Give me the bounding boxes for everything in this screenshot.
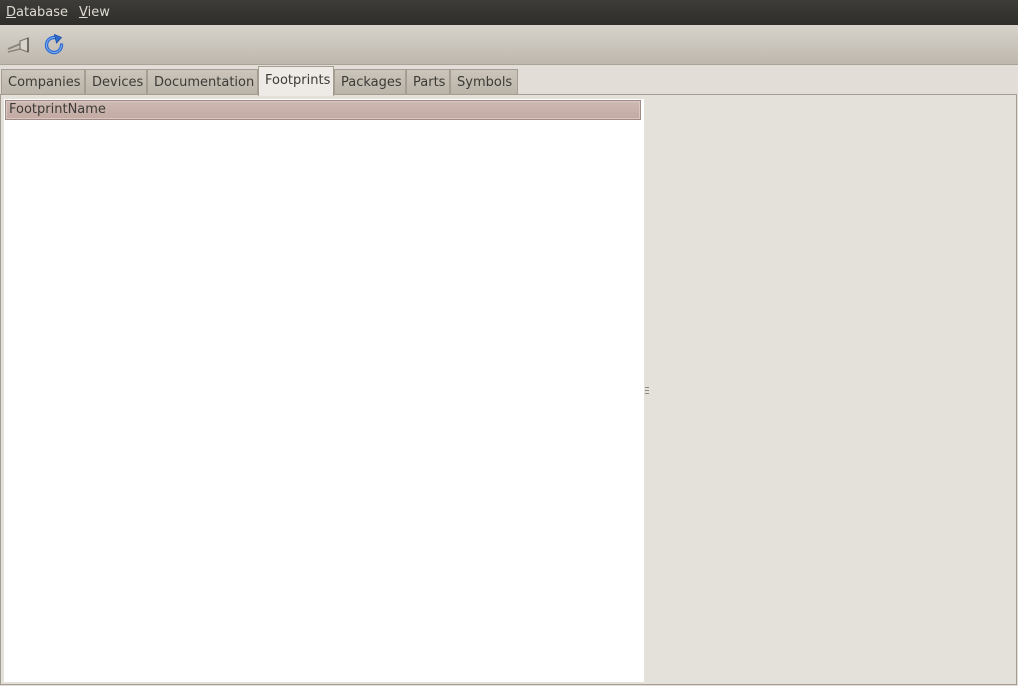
detail-pane xyxy=(650,99,1014,682)
tab-parts[interactable]: Parts xyxy=(406,69,450,94)
column-header-label: FootprintName xyxy=(9,102,106,117)
menu-database[interactable]: Database xyxy=(1,0,73,25)
menu-database-label: atabase xyxy=(16,5,69,20)
menubar: Database View xyxy=(0,0,1018,25)
connect-icon xyxy=(7,37,29,53)
pane-grip-icon xyxy=(645,387,649,394)
toolbar xyxy=(0,25,1018,65)
tab-companies[interactable]: Companies xyxy=(1,69,85,94)
tab-devices[interactable]: Devices xyxy=(85,69,147,94)
refresh-icon xyxy=(44,33,64,55)
tab-footprints[interactable]: Footprints xyxy=(258,66,334,96)
menu-view[interactable]: View xyxy=(74,0,115,25)
menu-view-label: iew xyxy=(87,5,110,20)
tab-symbols[interactable]: Symbols xyxy=(450,69,518,94)
menu-view-mnemonic: V xyxy=(79,5,88,20)
column-header-footprintname[interactable]: FootprintName xyxy=(5,100,641,120)
refresh-button[interactable] xyxy=(41,32,67,58)
tab-documentation[interactable]: Documentation xyxy=(147,69,258,94)
menu-database-mnemonic: D xyxy=(6,5,17,20)
footprint-list[interactable]: FootprintName xyxy=(4,99,644,682)
tab-packages[interactable]: Packages xyxy=(334,69,406,94)
connect-button[interactable] xyxy=(6,32,32,58)
tab-bar: Companies Devices Documentation Footprin… xyxy=(0,65,1018,96)
notebook-page-footprints: FootprintName xyxy=(0,94,1017,685)
